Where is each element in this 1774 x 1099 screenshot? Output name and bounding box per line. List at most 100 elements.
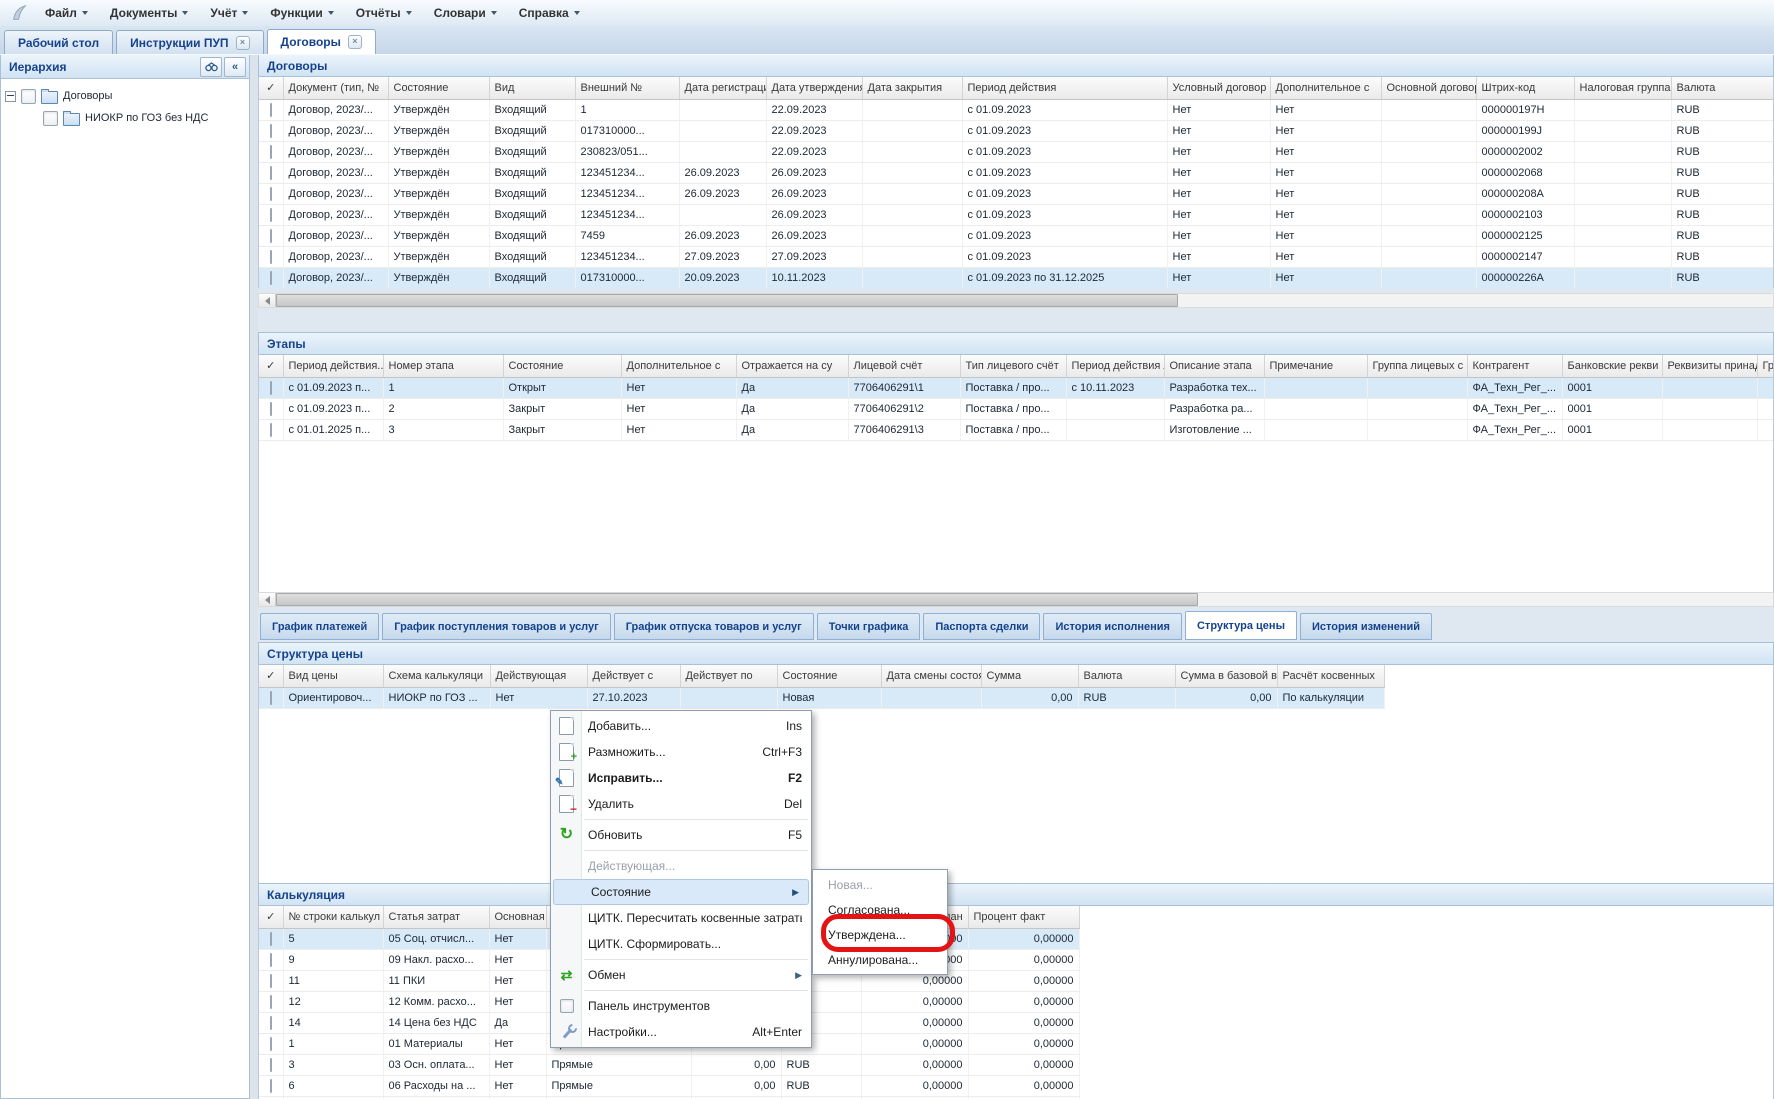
main-tab-2[interactable]: Договоры (267, 29, 376, 54)
column-header[interactable]: Описание этапа (1164, 355, 1264, 377)
table-row[interactable]: с 01.09.2023 п...1ОткрытНетДа7706406291\… (259, 377, 1774, 398)
menu-4[interactable]: Отчёты (345, 2, 423, 24)
column-header[interactable]: Период действия л (1066, 355, 1164, 377)
column-header[interactable]: Отражается на су (736, 355, 848, 377)
main-tab-0[interactable]: Рабочий стол (4, 30, 113, 54)
column-header[interactable]: Процент факт (968, 906, 1079, 928)
context-menu-item-2[interactable]: Исправить...F2 (551, 765, 811, 791)
table-row[interactable]: Ориентировоч...НИОКР по ГОЗ ...Нет27.10.… (259, 687, 1384, 708)
find-button[interactable] (200, 57, 222, 77)
context-menu-item-1[interactable]: Размножить...Ctrl+F3 (551, 739, 811, 765)
column-header[interactable]: Действует по (680, 665, 777, 687)
submenu-item-2-approved[interactable]: Утверждена... (813, 922, 947, 947)
row-checkbox[interactable] (270, 974, 272, 988)
menu-2[interactable]: Учёт (199, 2, 259, 24)
column-header[interactable]: Внешний № (575, 77, 679, 99)
detail-tab-4[interactable]: Паспорта сделки (923, 613, 1040, 640)
column-header[interactable]: Тип лицевого счёт (960, 355, 1066, 377)
row-checkbox[interactable] (270, 381, 272, 395)
column-header[interactable]: Примечание (1264, 355, 1367, 377)
context-menu-item-5[interactable]: ОбновитьF5 (551, 822, 811, 848)
menu-3[interactable]: Функции (259, 2, 344, 24)
column-header[interactable]: Действует с (587, 665, 680, 687)
row-checkbox[interactable] (270, 124, 272, 138)
scroll-left-button[interactable] (259, 593, 276, 606)
row-checkbox[interactable] (270, 1037, 272, 1051)
column-header[interactable]: Состояние (503, 355, 621, 377)
column-header[interactable]: Штрих-код (1476, 77, 1574, 99)
menu-1[interactable]: Документы (99, 2, 199, 24)
column-header[interactable]: Документ (тип, № (283, 77, 388, 99)
context-menu-item-9[interactable]: ЦИТК. Пересчитать косвенные затраты... (551, 905, 811, 931)
row-checkbox[interactable] (270, 995, 272, 1009)
row-checkbox[interactable] (270, 166, 272, 180)
context-menu-item-0[interactable]: Добавить...Ins (551, 713, 811, 739)
column-header[interactable]: Период действия.. (283, 355, 383, 377)
table-row[interactable]: Договор, 2023/...УтверждёнВходящий230823… (259, 141, 1774, 162)
stages-hscrollbar[interactable] (258, 592, 1774, 607)
row-checkbox[interactable] (270, 402, 272, 416)
tree-node-niokr[interactable]: НИОКР по ГОЗ без НДС (5, 107, 249, 129)
column-header[interactable]: Реквизиты принад (1662, 355, 1757, 377)
column-header[interactable]: Статья затрат (383, 906, 489, 928)
row-checkbox[interactable] (270, 423, 272, 437)
submenu-item-3[interactable]: Аннулирована... (813, 947, 947, 972)
detail-tab-5[interactable]: История исполнения (1043, 613, 1182, 640)
column-header[interactable]: Грузополучатель (1757, 355, 1774, 377)
column-header[interactable]: № строки калькул (283, 906, 383, 928)
column-header[interactable]: Состояние (777, 665, 881, 687)
detail-tab-1[interactable]: График поступления товаров и услуг (382, 613, 610, 640)
column-header[interactable]: Налоговая группа. (1574, 77, 1671, 99)
node-checkbox[interactable] (21, 89, 36, 104)
table-row[interactable]: Договор, 2023/...УтверждёнВходящий122.09… (259, 99, 1774, 120)
table-row[interactable]: Договор, 2023/...УтверждёнВходящий123451… (259, 183, 1774, 204)
table-row[interactable]: Договор, 2023/...УтверждёнВходящий017310… (259, 267, 1774, 288)
row-checkbox[interactable] (270, 145, 272, 159)
column-header[interactable]: Группа лицевых с (1367, 355, 1467, 377)
column-header[interactable]: Расчёт косвенных (1277, 665, 1384, 687)
column-header[interactable]: Дата утверждения (766, 77, 862, 99)
column-header[interactable]: Основной договор (1381, 77, 1476, 99)
submenu-item-1[interactable]: Согласована... (813, 897, 947, 922)
select-all-header[interactable]: ✓ (259, 906, 283, 928)
row-checkbox[interactable] (270, 103, 272, 117)
tree-node-label[interactable]: НИОКР по ГОЗ без НДС (85, 112, 208, 124)
main-tab-1[interactable]: Инструкции ПУП (116, 30, 263, 54)
row-checkbox[interactable] (270, 1058, 272, 1072)
column-header[interactable]: Вид цены (283, 665, 383, 687)
column-header[interactable]: Банковские рекви (1562, 355, 1662, 377)
table-row[interactable]: с 01.09.2023 п...2ЗакрытНетДа7706406291\… (259, 398, 1774, 419)
column-header[interactable]: Схема калькуляци (383, 665, 490, 687)
row-checkbox[interactable] (270, 271, 272, 285)
column-header[interactable]: Контрагент (1467, 355, 1562, 377)
column-header[interactable]: Сумма в базовой в (1175, 665, 1277, 687)
context-menu-item-12[interactable]: Обмен (551, 962, 811, 988)
row-checkbox[interactable] (270, 208, 272, 222)
column-header[interactable]: Валюта (1671, 77, 1774, 99)
table-row[interactable]: 606 Расходы на ...НетПрямые0,00RUB0,0000… (259, 1075, 1079, 1096)
table-row[interactable]: Договор, 2023/...УтверждёнВходящий123451… (259, 246, 1774, 267)
row-checkbox[interactable] (270, 187, 272, 201)
row-checkbox[interactable] (270, 1079, 272, 1093)
column-header[interactable]: Номер этапа (383, 355, 503, 377)
row-checkbox[interactable] (270, 250, 272, 264)
scrollbar-thumb[interactable] (276, 294, 1178, 307)
tree-node-contracts[interactable]: Договоры (5, 85, 249, 107)
scroll-left-button[interactable] (259, 294, 276, 307)
row-checkbox[interactable] (270, 932, 272, 946)
column-header[interactable]: Дополнительное с (621, 355, 736, 377)
tab-close-icon[interactable] (236, 36, 250, 50)
column-header[interactable]: Лицевой счёт (848, 355, 960, 377)
panel-splitter[interactable] (250, 54, 258, 1099)
table-row[interactable]: Договор, 2023/...УтверждёнВходящий123451… (259, 162, 1774, 183)
context-menu-item-14[interactable]: Панель инструментов (551, 993, 811, 1019)
detail-tab-3[interactable]: Точки графика (817, 613, 921, 640)
collapse-panel-button[interactable] (224, 57, 246, 77)
detail-tab-0[interactable]: График платежей (260, 613, 379, 640)
table-row[interactable]: Договор, 2023/...УтверждёнВходящий017310… (259, 120, 1774, 141)
select-all-header[interactable]: ✓ (259, 355, 283, 377)
detail-tab-6[interactable]: Структура цены (1185, 611, 1297, 640)
table-row[interactable]: Договор, 2023/...УтверждёнВходящий123451… (259, 204, 1774, 225)
column-header[interactable]: Дата смены состоя (881, 665, 981, 687)
scrollbar-thumb[interactable] (276, 593, 1198, 606)
